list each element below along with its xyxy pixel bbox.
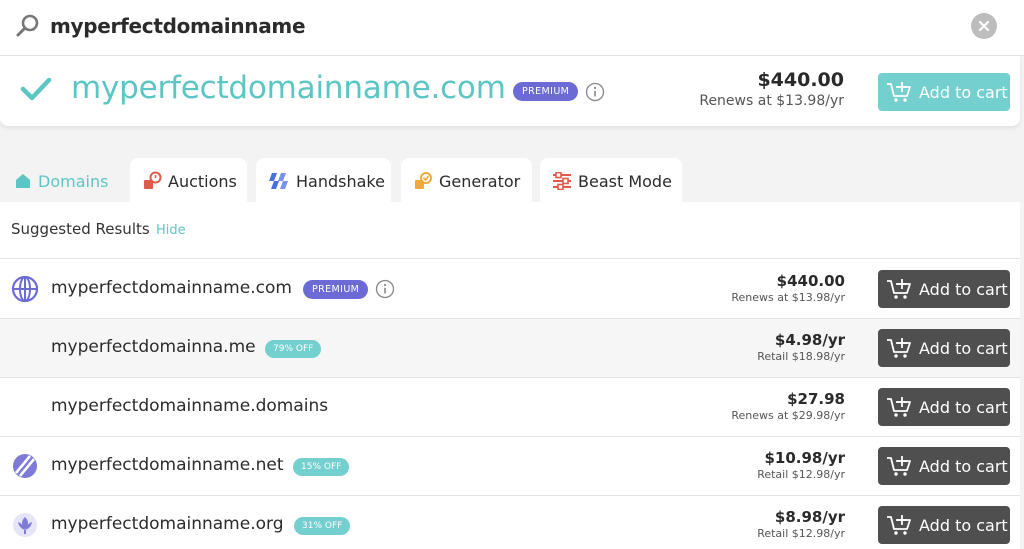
result-row: myperfectdomainname.com PREMIUM $440.00 … xyxy=(0,260,1020,319)
results-title: Suggested Results xyxy=(11,220,150,238)
auction-icon xyxy=(144,171,162,189)
result-price-value: $440.00 xyxy=(776,272,845,290)
search-bar xyxy=(0,0,1024,56)
result-row: myperfectdomainna.me 79% OFF $4.98/yr Re… xyxy=(0,319,1020,378)
result-price-value: $27.98 xyxy=(787,390,845,408)
result-domain-name: myperfectdomainna.me xyxy=(51,337,256,357)
cart-label: Add to cart xyxy=(919,279,1008,299)
add-to-cart-button[interactable]: Add to cart xyxy=(878,270,1010,308)
featured-price-value: $440.00 xyxy=(757,69,844,91)
add-to-cart-button[interactable]: Add to cart xyxy=(878,388,1010,426)
result-price-sub: Renews at $29.98/yr xyxy=(731,409,845,422)
sliders-icon xyxy=(553,172,571,190)
featured-result: myperfectdomainname.com PREMIUM $440.00 … xyxy=(0,56,1020,126)
cart-icon xyxy=(887,515,911,535)
add-to-cart-button[interactable]: Add to cart xyxy=(878,329,1010,367)
result-domain-name: myperfectdomainname.net xyxy=(51,455,284,475)
premium-badge: PREMIUM xyxy=(513,82,579,101)
tab-label: Beast Mode xyxy=(578,171,672,191)
result-price-value: $4.98/yr xyxy=(774,331,845,349)
globe-icon xyxy=(11,275,39,303)
result-price: $8.98/yr Retail $12.98/yr xyxy=(757,508,845,540)
search-icon xyxy=(16,14,39,37)
cart-icon xyxy=(887,456,911,476)
result-price: $440.00 Renews at $13.98/yr xyxy=(731,272,845,304)
result-price-sub: Retail $18.98/yr xyxy=(757,350,845,363)
result-row: myperfectdomainname.net 15% OFF $10.98/y… xyxy=(0,437,1020,496)
cart-label: Add to cart xyxy=(919,456,1008,476)
clear-icon xyxy=(978,20,990,32)
handshake-icon xyxy=(269,173,288,189)
result-domain-name: myperfectdomainname.domains xyxy=(51,396,329,416)
search-input[interactable] xyxy=(50,10,910,42)
cart-icon xyxy=(887,338,911,358)
cart-icon xyxy=(887,397,911,417)
home-icon xyxy=(16,174,30,188)
result-price: $27.98 Renews at $29.98/yr xyxy=(731,390,845,422)
result-price-sub: Retail $12.98/yr xyxy=(757,468,845,481)
tab-label: Domains xyxy=(38,171,109,191)
info-icon[interactable] xyxy=(375,279,395,299)
result-price-value: $8.98/yr xyxy=(774,508,845,526)
tab-label: Handshake xyxy=(296,171,385,191)
results-header: Suggested Results Hide xyxy=(0,202,1020,259)
featured-domain-name: myperfectdomainname.com xyxy=(71,70,506,106)
results-panel: Suggested Results Hide myperfectdomainna… xyxy=(0,202,1020,549)
featured-renew-text: Renews at $13.98/yr xyxy=(699,93,844,109)
cart-label: Add to cart xyxy=(919,515,1008,535)
add-to-cart-button[interactable]: Add to cart xyxy=(878,447,1010,485)
cart-label: Add to cart xyxy=(919,397,1008,417)
tab-beast-mode[interactable]: Beast Mode xyxy=(540,158,682,204)
result-price-sub: Renews at $13.98/yr xyxy=(731,291,845,304)
discount-badge: 79% OFF xyxy=(265,340,322,358)
tab-generator[interactable]: Generator xyxy=(401,158,532,204)
clear-search-button[interactable] xyxy=(971,13,997,39)
premium-badge: PREMIUM xyxy=(303,280,369,299)
result-price-sub: Retail $12.98/yr xyxy=(757,527,845,540)
featured-add-to-cart-button[interactable]: Add to cart xyxy=(878,73,1010,111)
net-icon xyxy=(13,454,37,478)
result-domain-name: myperfectdomainname.org xyxy=(51,514,284,534)
result-row: myperfectdomainname.domains $27.98 Renew… xyxy=(0,378,1020,437)
generator-icon xyxy=(415,172,432,189)
featured-price: $440.00 Renews at $13.98/yr xyxy=(699,69,844,109)
check-icon xyxy=(20,77,52,101)
org-icon xyxy=(13,513,37,537)
cart-label: Add to cart xyxy=(919,338,1008,358)
tab-auctions[interactable]: Auctions xyxy=(130,158,247,204)
discount-badge: 31% OFF xyxy=(294,517,351,535)
add-to-cart-button[interactable]: Add to cart xyxy=(878,506,1010,544)
result-domain-name: myperfectdomainname.com xyxy=(51,278,292,298)
result-price: $4.98/yr Retail $18.98/yr xyxy=(757,331,845,363)
tab-domains[interactable]: Domains xyxy=(2,158,120,204)
cart-label: Add to cart xyxy=(919,82,1008,102)
result-row: myperfectdomainname.org 31% OFF $8.98/yr… xyxy=(0,496,1020,549)
result-price: $10.98/yr Retail $12.98/yr xyxy=(757,449,845,481)
cart-icon xyxy=(887,279,911,299)
result-price-value: $10.98/yr xyxy=(764,449,845,467)
tab-handshake[interactable]: Handshake xyxy=(256,158,391,204)
cart-icon xyxy=(887,82,911,102)
tab-label: Auctions xyxy=(168,171,237,191)
hide-link[interactable]: Hide xyxy=(156,223,186,238)
discount-badge: 15% OFF xyxy=(293,458,350,476)
tab-label: Generator xyxy=(439,171,521,191)
info-icon[interactable] xyxy=(585,82,605,102)
